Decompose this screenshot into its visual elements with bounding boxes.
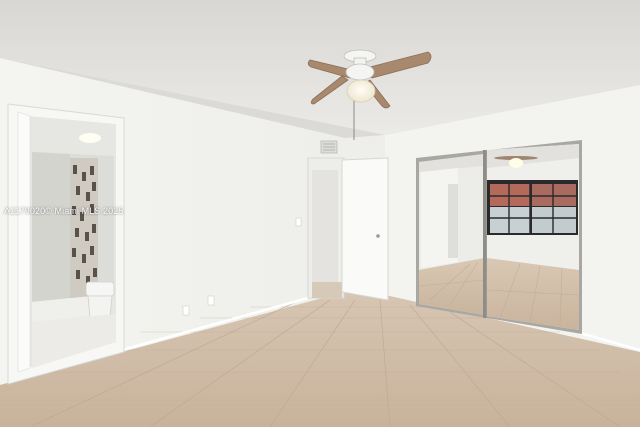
watermark-text: A1179020© Miami MLS 2025 <box>4 206 124 216</box>
mirrored-closet <box>416 140 582 334</box>
mosaic-tile-strip <box>70 158 98 298</box>
reflected-window <box>487 180 578 235</box>
room-photo: A1179020© Miami MLS 2025 <box>0 0 640 427</box>
hallway-doorway <box>295 140 389 301</box>
